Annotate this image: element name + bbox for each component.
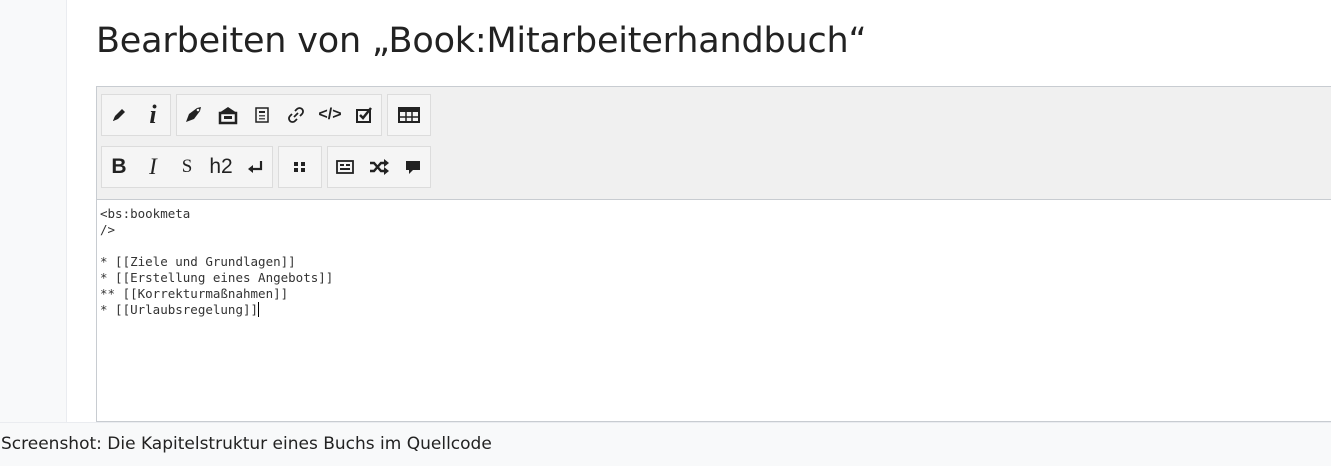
linebreak-icon[interactable] <box>238 147 272 187</box>
toolbar-group-extra <box>327 146 431 188</box>
tag-icon[interactable] <box>177 95 211 135</box>
italic-button[interactable]: I <box>136 147 170 187</box>
text-line: /> <box>100 222 116 237</box>
toolbar-group-insert: </> <box>176 94 382 136</box>
page-title: Bearbeiten von „Book:Mitarbeiterhandbuch… <box>96 21 867 61</box>
text-line: * [[Erstellung eines Angebots]] <box>100 270 334 285</box>
list-icon[interactable] <box>279 147 321 187</box>
document-icon[interactable] <box>245 95 279 135</box>
text-line: * [[Urlaubsregelung]] <box>100 302 259 317</box>
editor-toolbar: i </> B I S h2 <box>97 87 1331 200</box>
toolbar-row-2: B I S h2 <box>101 146 436 188</box>
screenshot-frame: Bearbeiten von „Book:Mitarbeiterhandbuch… <box>0 0 1331 466</box>
checkbox-icon[interactable] <box>347 95 381 135</box>
text-line: * [[Ziele und Grundlagen]] <box>100 254 296 269</box>
toolbar-group-basic: i <box>101 94 171 136</box>
strikethrough-button[interactable]: S <box>170 147 204 187</box>
table-icon[interactable] <box>388 95 430 135</box>
shuffle-icon[interactable] <box>362 147 396 187</box>
text-line: <bs:bookmeta <box>100 206 191 221</box>
info-icon[interactable]: i <box>136 95 170 135</box>
source-textarea[interactable]: <bs:bookmeta /> * [[Ziele und Grundlagen… <box>97 200 1331 421</box>
edit-pencil-icon[interactable] <box>102 95 136 135</box>
link-icon[interactable] <box>279 95 313 135</box>
toolbar-group-list <box>278 146 322 188</box>
box-icon[interactable] <box>211 95 245 135</box>
toolbar-group-table <box>387 94 431 136</box>
wikitext-editor: i </> B I S h2 <bs:bookmeta /> * [[Ziele… <box>96 86 1331 422</box>
bold-button[interactable]: B <box>102 147 136 187</box>
toolbar-group-format: B I S h2 <box>101 146 273 188</box>
image-caption: Screenshot: Die Kapitelstruktur eines Bu… <box>0 422 1331 466</box>
comment-icon[interactable] <box>396 147 430 187</box>
code-icon[interactable]: </> <box>313 95 347 135</box>
text-line: ** [[Korrekturmaßnahmen]] <box>100 286 289 301</box>
heading-button[interactable]: h2 <box>204 147 238 187</box>
text-cursor <box>258 302 260 317</box>
toolbar-row-1: i </> <box>101 94 436 136</box>
template-icon[interactable] <box>328 147 362 187</box>
